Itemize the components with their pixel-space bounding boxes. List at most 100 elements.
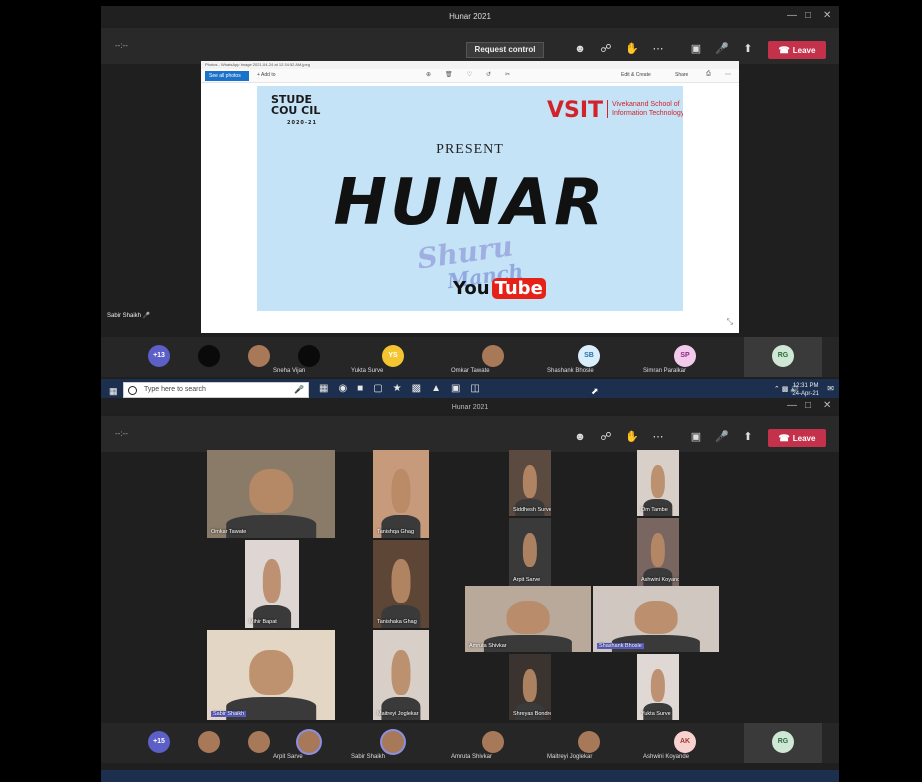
participant-tile[interactable]: Sabir Shaikh	[347, 723, 439, 763]
expand-icon[interactable]: ⤡	[727, 317, 733, 327]
participant-face	[522, 668, 538, 702]
video-tile[interactable]: Siddhesh Surve	[509, 450, 551, 516]
video-tile[interactable]: Maitreyi Joglekar	[373, 630, 429, 720]
avatar	[198, 345, 220, 367]
youtube-logo: You Tube	[453, 278, 546, 299]
more-icon[interactable]: ⋯	[725, 71, 731, 78]
add-to-button[interactable]: + Add to	[257, 72, 276, 78]
participant-tile[interactable]: YS Yukta Surve	[347, 337, 439, 377]
video-tile[interactable]: Shreyas Bondre	[509, 654, 551, 720]
maximize-icon[interactable]: □	[805, 10, 811, 21]
more-actions-icon[interactable]: ⋯	[649, 40, 667, 58]
participant-name: Simran Paralkar	[643, 368, 687, 374]
presenter-name: Sabir Shaikh	[107, 313, 142, 319]
more-actions-icon[interactable]: ⋯	[649, 428, 667, 446]
participant-name: Amruta Shivkar	[451, 754, 493, 760]
share-tray-icon[interactable]: ⬆	[739, 40, 757, 58]
video-tile[interactable]: Amruta Shivkar	[465, 586, 591, 652]
participant-face	[522, 532, 538, 567]
leave-button[interactable]: ☎ Leave	[768, 41, 826, 59]
camera-off-icon[interactable]: ▣	[687, 40, 705, 58]
youtube-tube: Tube	[491, 278, 546, 299]
participant-face	[650, 532, 666, 567]
participant-tile[interactable]: +13	[137, 337, 181, 377]
participant-tile[interactable]: SP Simran Paralkar	[639, 337, 731, 377]
video-tile[interactable]: Arpit Sarve	[509, 518, 551, 586]
student-council-logo: STUDE COU CIL 2020-21	[271, 94, 341, 129]
share-button[interactable]: Share	[675, 72, 688, 78]
video-tile[interactable]: Omkar Tawate	[207, 450, 335, 538]
avatar	[298, 731, 320, 753]
participant-tile[interactable]: RG	[744, 337, 822, 377]
notification-icon[interactable]: ✉	[827, 384, 834, 393]
camera-off-icon[interactable]: ▣	[687, 428, 705, 446]
video-tile[interactable]: Tanishaka Ghag	[373, 540, 429, 628]
close-icon[interactable]: ✕	[823, 10, 831, 21]
participants-icon[interactable]: ☻	[571, 428, 589, 446]
video-tile[interactable]: Mihir Bapat	[245, 540, 299, 628]
participants-icon[interactable]: ☻	[571, 40, 589, 58]
participant-tile[interactable]: Amruta Shivkar	[447, 723, 539, 763]
video-tile-name: Sabir Shaikh	[211, 711, 247, 717]
video-tile[interactable]: Tanishqa Ghag	[373, 450, 429, 538]
see-all-photos-button[interactable]: See all photos	[205, 71, 249, 81]
video-tile[interactable]: Yukta Surve	[637, 654, 679, 720]
participant-tile[interactable]	[187, 723, 231, 763]
video-tile[interactable]: Om Tambe	[637, 450, 679, 516]
avatar: AK	[674, 731, 696, 753]
participant-tile[interactable]: Arpit Sarve	[269, 723, 349, 763]
presenter-label: Sabir Shaikh 🎤	[107, 313, 151, 319]
participant-tile[interactable]: RG	[744, 723, 822, 763]
video-tile[interactable]: Ashwini Koyande	[637, 518, 679, 586]
mic-off-icon[interactable]: 🎤	[713, 40, 731, 58]
close-icon[interactable]: ✕	[823, 400, 831, 411]
viewer-tool-icons[interactable]: ⊕🗑♡↺✂	[426, 71, 524, 78]
meeting-toolbar-2: --:-- ☻ ☍ ✋ ⋯ ▣ 🎤 ⬆ ☎ Leave	[101, 416, 839, 452]
avatar: RG	[772, 345, 794, 367]
video-tile[interactable]: Sabir Shaikh	[207, 630, 335, 720]
participant-tile[interactable]	[187, 337, 231, 377]
avatar	[198, 731, 220, 753]
windows-start-icon[interactable]: ▦	[109, 386, 118, 397]
photo-viewer-title: Photos - WhatsApp Image 2021-04-24 at 12…	[201, 61, 739, 69]
participant-tile[interactable]: +15	[137, 723, 181, 763]
taskbar-search[interactable]: Type here to search 🎤	[123, 382, 309, 398]
search-placeholder: Type here to search	[144, 386, 206, 393]
chat-icon[interactable]: ☍	[597, 40, 615, 58]
teams-meeting-window-top: Hunar 2021 — □ ✕ --:-- Request control ☻…	[101, 6, 839, 402]
participant-face	[650, 464, 666, 498]
print-icon[interactable]: ⎙	[706, 71, 711, 78]
video-tile-name: Tanishqa Ghag	[377, 529, 414, 535]
participant-face	[262, 559, 282, 604]
participant-tile[interactable]: SB Shashank Bhosle	[543, 337, 635, 377]
leave-button-2[interactable]: ☎ Leave	[768, 429, 826, 447]
request-control-button[interactable]: Request control	[466, 42, 544, 58]
youtube-you: You	[453, 278, 490, 299]
taskbar-clock[interactable]: 12:31 PM 24-Apr-21	[792, 382, 819, 398]
maximize-icon[interactable]: □	[805, 400, 811, 411]
participant-tile[interactable]: Sneha Vijan	[269, 337, 349, 377]
video-tile-name: Om Tambe	[641, 507, 668, 513]
video-tile-name: Siddhesh Surve	[513, 507, 551, 513]
participant-name: Yukta Surve	[351, 368, 384, 374]
leave-label-2: Leave	[792, 434, 816, 443]
taskbar-app-icons[interactable]: ▦◉■▢★▩▲▣◫	[319, 383, 490, 394]
video-tile[interactable]: Shashank Bhosle	[593, 586, 719, 652]
video-tile-name: Arpit Sarve	[513, 577, 541, 583]
participant-tile[interactable]: AK Ashwini Koyande	[639, 723, 731, 763]
edit-create-button[interactable]: Edit & Create	[621, 72, 651, 78]
window-title-2: Hunar 2021	[451, 404, 489, 411]
minimize-icon[interactable]: —	[787, 400, 797, 411]
mic-icon[interactable]: 🎤	[294, 385, 304, 394]
chat-icon[interactable]: ☍	[597, 428, 615, 446]
reactions-icon[interactable]: ✋	[623, 428, 641, 446]
participant-tile[interactable]: Omkar Tawate	[447, 337, 539, 377]
share-tray-icon[interactable]: ⬆	[739, 428, 757, 446]
participant-strip-2: +15 Arpit Sarve Sabir Shaikh Amruta Shivkar…	[101, 723, 839, 763]
mic-off-icon[interactable]: 🎤	[713, 428, 731, 446]
participant-tile[interactable]: Maitreyi Joglekar	[543, 723, 635, 763]
participant-face	[249, 469, 293, 514]
leave-label: Leave	[792, 46, 816, 55]
minimize-icon[interactable]: —	[787, 10, 797, 21]
reactions-icon[interactable]: ✋	[623, 40, 641, 58]
